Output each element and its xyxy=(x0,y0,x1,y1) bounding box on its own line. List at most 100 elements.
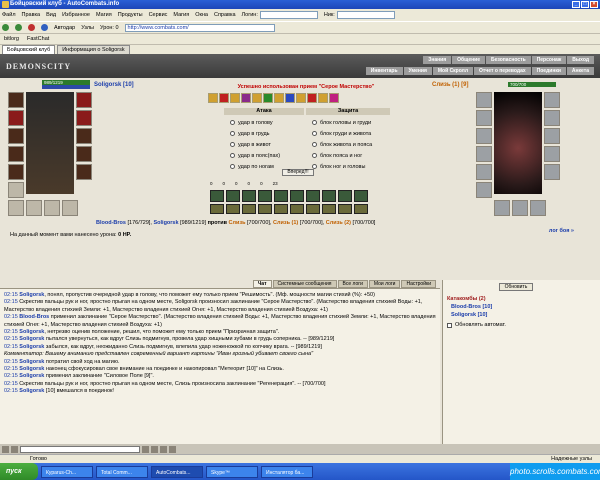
skill-icon[interactable] xyxy=(306,190,320,202)
menu-edit[interactable]: Правка xyxy=(22,12,41,18)
uzly-button[interactable]: Узлы xyxy=(81,25,94,31)
radio-icon[interactable] xyxy=(312,120,317,125)
amulet-slot[interactable] xyxy=(8,110,24,126)
radio-icon[interactable] xyxy=(312,153,317,158)
nav-scroll[interactable]: Мой Скролл xyxy=(432,67,474,75)
minimize-button[interactable]: _ xyxy=(572,1,580,8)
nav-social[interactable]: Общение xyxy=(452,56,485,64)
right-player-name[interactable]: Слизь (1) [9] xyxy=(432,82,492,88)
menu-windows[interactable]: Окна xyxy=(195,12,208,18)
auto-refresh-toggle[interactable]: Обновлять автомат. xyxy=(447,322,506,328)
menu-favorites[interactable]: Избранное xyxy=(62,12,90,18)
effect-icon[interactable] xyxy=(230,93,240,103)
menu-magic-2[interactable]: Магия xyxy=(173,12,189,18)
start-button[interactable]: пуск xyxy=(0,463,38,480)
helmet-slot[interactable] xyxy=(8,92,24,108)
slot-earring[interactable] xyxy=(76,92,92,108)
attack-option-chest[interactable]: удар в грудь xyxy=(224,128,304,139)
menu-help[interactable]: Справка xyxy=(214,12,236,18)
online-user[interactable]: Soligorsk [10] xyxy=(451,312,487,318)
chat-tab-chat[interactable]: Чат xyxy=(252,280,272,288)
radio-icon[interactable] xyxy=(230,153,235,158)
fighter-blood-bros[interactable]: Blood-Bros xyxy=(96,220,126,226)
nav-exit[interactable]: Выход xyxy=(567,56,594,64)
effect-icon[interactable] xyxy=(307,93,317,103)
defense-option-1[interactable]: блок головы и груди xyxy=(306,117,390,128)
menu-magic[interactable]: Магия xyxy=(96,12,112,18)
spell-icon[interactable] xyxy=(210,204,224,214)
taskbar-item[interactable]: Total Comm... xyxy=(96,465,148,478)
nav-character[interactable]: Персонаж xyxy=(531,56,567,64)
spell-icon[interactable] xyxy=(242,204,256,214)
nick-input[interactable] xyxy=(336,11,395,19)
tab-fight-club[interactable]: Бойцовский клуб xyxy=(2,45,56,54)
menu-view[interactable]: Вид xyxy=(46,12,56,18)
effect-icon[interactable] xyxy=(252,93,262,103)
nav-fights[interactable]: Поединки xyxy=(531,67,566,75)
chat-tool-icon[interactable] xyxy=(169,445,176,453)
skill-icon[interactable] xyxy=(226,190,240,202)
spell-icon[interactable] xyxy=(226,204,240,214)
effect-icon[interactable] xyxy=(274,93,284,103)
defense-option-5[interactable]: блок ног и головы xyxy=(306,161,390,172)
defense-option-3[interactable]: блок живота и пояса xyxy=(306,139,390,150)
fighter-soligorsk[interactable]: Soligorsk xyxy=(153,220,178,226)
effect-icon[interactable] xyxy=(318,93,328,103)
online-user[interactable]: Blood-Bros [10] xyxy=(451,304,492,310)
maximize-button[interactable]: □ xyxy=(581,1,589,8)
slot-pocket-4[interactable] xyxy=(62,200,78,216)
nav-security[interactable]: Безопасность xyxy=(486,56,531,64)
chat-input[interactable] xyxy=(20,445,140,453)
skill-icon[interactable] xyxy=(354,190,368,202)
radio-icon[interactable] xyxy=(312,131,317,136)
enemy-3[interactable]: Слизь (2) xyxy=(326,220,351,226)
effect-icon[interactable] xyxy=(296,93,306,103)
nav-inventory[interactable]: Инвентарь xyxy=(365,67,403,75)
slot-pocket-2[interactable] xyxy=(26,200,42,216)
nav-knowledge[interactable]: Знания xyxy=(423,56,452,64)
slot-legs[interactable] xyxy=(76,146,92,162)
stop-icon[interactable] xyxy=(28,24,35,31)
spell-icon[interactable] xyxy=(338,204,352,214)
spell-icon[interactable] xyxy=(322,204,336,214)
address-bar[interactable]: http://www.combats.com/ xyxy=(124,23,275,32)
refresh-icon[interactable] xyxy=(41,24,48,31)
chat-tab-all-logs[interactable]: Все логи xyxy=(337,280,368,288)
effect-icon[interactable] xyxy=(241,93,251,103)
skill-icon[interactable] xyxy=(274,190,288,202)
radio-icon[interactable] xyxy=(230,142,235,147)
radio-icon[interactable] xyxy=(230,131,235,136)
radio-icon[interactable] xyxy=(312,142,317,147)
skill-icon[interactable] xyxy=(322,190,336,202)
chat-tab-my-logs[interactable]: Мои логи xyxy=(368,280,401,288)
spell-icon[interactable] xyxy=(274,204,288,214)
skill-icon[interactable] xyxy=(290,190,304,202)
attack-option-groin[interactable]: удар в пояс(пах) xyxy=(224,150,304,161)
slot-boots[interactable] xyxy=(76,164,92,180)
nav-transfers[interactable]: Отчет о переводах xyxy=(474,67,531,75)
weapon-slot[interactable] xyxy=(8,128,24,144)
effect-icon[interactable] xyxy=(219,93,229,103)
slot-gloves[interactable] xyxy=(76,110,92,126)
back-icon[interactable] xyxy=(2,24,9,31)
spell-icon[interactable] xyxy=(290,204,304,214)
forward-icon[interactable] xyxy=(15,24,22,31)
taskbar-item[interactable]: AutoCombats... xyxy=(151,465,203,478)
enemy-2[interactable]: Слизь (1) xyxy=(273,220,298,226)
skill-icon[interactable] xyxy=(210,190,224,202)
autodar-button[interactable]: Автодар xyxy=(54,25,75,31)
skill-icon[interactable] xyxy=(258,190,272,202)
radio-icon[interactable] xyxy=(230,120,235,125)
defense-option-4[interactable]: блок пояса и ног xyxy=(306,150,390,161)
send-icon[interactable] xyxy=(142,445,149,453)
spell-icon[interactable] xyxy=(354,204,368,214)
chat-tool-icon[interactable] xyxy=(11,445,18,453)
fav-bitlorg[interactable]: bitlorg xyxy=(4,36,19,42)
nav-profile[interactable]: Анкета xyxy=(566,67,594,75)
menu-service[interactable]: Сервис xyxy=(149,12,168,18)
chat-tab-system[interactable]: Системные сообщения xyxy=(272,280,337,288)
menu-file[interactable]: Файл xyxy=(2,12,16,18)
nav-skills[interactable]: Умения xyxy=(403,67,432,75)
checkbox-icon[interactable] xyxy=(447,322,452,328)
skill-icon[interactable] xyxy=(338,190,352,202)
